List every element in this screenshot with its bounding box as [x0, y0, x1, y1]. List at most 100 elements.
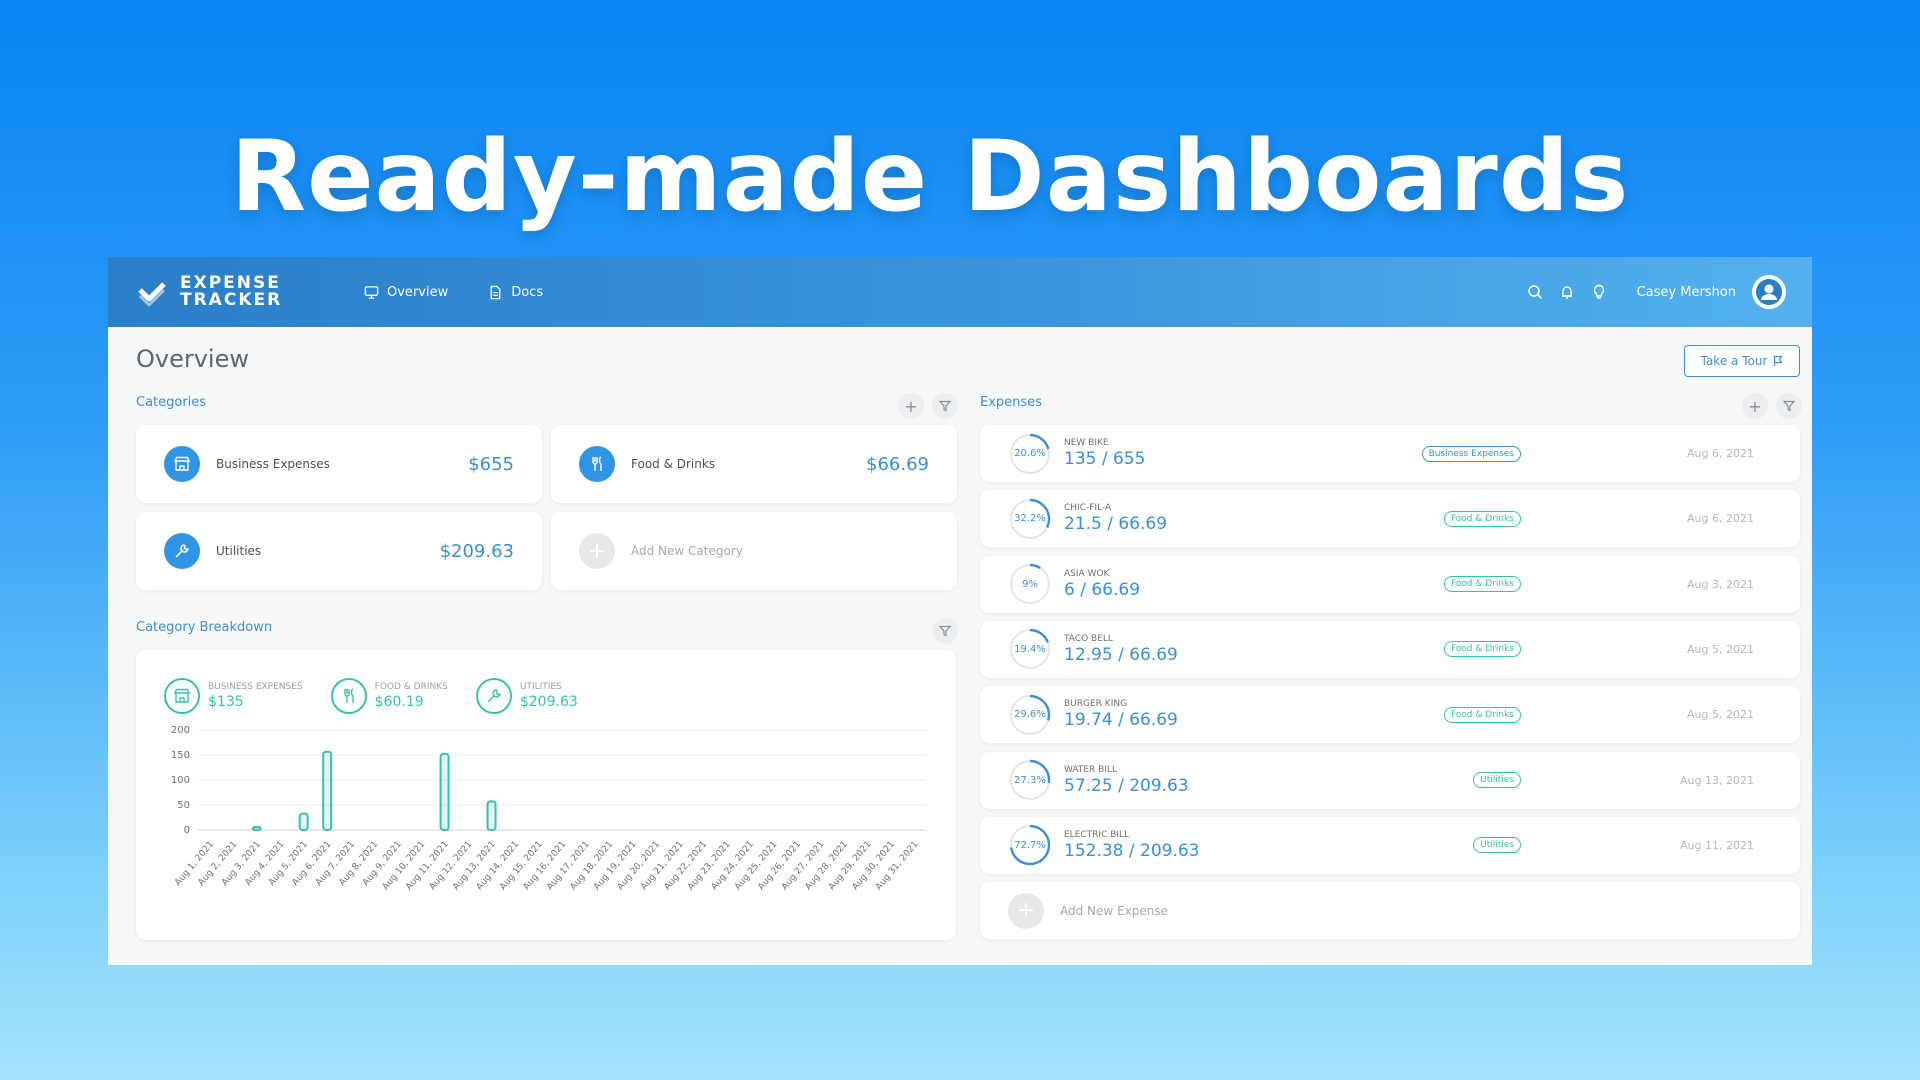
expense-row[interactable]: 32.2% CHIC-FIL-A 21.5 / 66.69 Food & Drinks… [980, 490, 1800, 548]
category-badge-wrap: Utilities [1344, 837, 1521, 854]
chart-bar[interactable] [298, 812, 309, 832]
legend-food: FOOD & DRINKS $60.19 [330, 678, 448, 714]
expense-date: Aug 5, 2021 [1687, 708, 1754, 722]
progress-ring: 9% [1008, 562, 1052, 606]
category-badge: Food & Drinks [1443, 706, 1521, 723]
filter-icon [1783, 400, 1795, 412]
category-badge-wrap: Food & Drinks [1344, 706, 1521, 723]
take-a-tour-button[interactable]: Take a Tour [1684, 345, 1800, 377]
legend-utilities: UTILITIES $209.63 [475, 678, 578, 714]
nav-overview-label: Overview [387, 284, 449, 300]
progress-percent: 72.7% [1014, 839, 1046, 851]
progress-ring: 27.3% [1008, 758, 1052, 802]
category-badge-wrap: Utilities [1344, 772, 1521, 788]
expense-row[interactable]: 27.3% WATER BILL 57.25 / 209.63 Utilities Au… [980, 751, 1800, 809]
store-icon [164, 446, 200, 482]
progress-percent: 29.6% [1014, 709, 1046, 721]
utensils-icon [579, 446, 615, 482]
page-title: Overview [136, 345, 249, 373]
filter-breakdown-button[interactable] [932, 618, 958, 644]
x-tick-label: Aug 31, 2021 [874, 840, 921, 893]
expense-name: BURGER KING [1064, 699, 1128, 710]
expense-info: ASIA WOK 6 / 66.69 [1064, 569, 1344, 600]
wrench-icon [475, 678, 512, 714]
expense-date: Aug 11, 2021 [1680, 838, 1754, 852]
legend-business: BUSINESS EXPENSES $135 [164, 678, 303, 714]
app-window: EXPENSE TRACKER Overview Docs Casey Mers… [108, 257, 1812, 965]
document-icon [490, 285, 501, 299]
bell-icon[interactable] [1559, 284, 1575, 300]
expense-row[interactable]: 19.4% TACO BELL 12.95 / 66.69 Food & Drinks… [980, 620, 1800, 678]
expense-info: TACO BELL 12.95 / 66.69 [1064, 634, 1344, 665]
progress-percent: 20.6% [1014, 448, 1046, 459]
category-amount: $655 [468, 453, 514, 475]
category-card-utilities[interactable]: Utilities $209.63 [136, 512, 542, 590]
category-amount: $209.63 [439, 540, 514, 562]
nav-docs[interactable]: Docs [488, 285, 543, 300]
legend-value: $60.19 [374, 694, 424, 710]
expense-info: ELECTRIC BILL 152.38 / 209.63 [1064, 830, 1344, 861]
nav-docs-label: Docs [511, 284, 544, 300]
take-a-tour-label: Take a Tour [1700, 354, 1768, 368]
y-tick-label: 200 [171, 725, 190, 736]
expense-date: Aug 3, 2021 [1687, 577, 1754, 591]
user-name[interactable]: Casey Mershon [1637, 285, 1736, 300]
category-name: Business Expenses [216, 457, 330, 471]
logo-mark-icon [138, 282, 166, 307]
breakdown-legend: BUSINESS EXPENSES $135 FOOD & DRINKS $60… [164, 678, 578, 714]
chart-bar[interactable] [439, 752, 450, 831]
chart-bar[interactable] [486, 800, 497, 831]
expense-amount: 12.95 / 66.69 [1064, 644, 1178, 665]
category-name: Utilities [216, 544, 262, 558]
category-badge: Utilities [1473, 837, 1521, 854]
filter-expenses-button[interactable] [1776, 393, 1802, 419]
add-category-button[interactable]: + [898, 393, 924, 419]
expense-name: ASIA WOK [1064, 568, 1110, 579]
y-tick-label: 0 [184, 825, 190, 836]
add-expense-button[interactable]: + [1742, 393, 1768, 419]
y-tick-label: 50 [177, 800, 190, 811]
legend-label: FOOD & DRINKS [374, 682, 448, 692]
categories-label: Categories [136, 395, 207, 410]
legend-value: $135 [208, 694, 244, 710]
expense-amount: 135 / 655 [1064, 449, 1146, 469]
progress-ring: 29.6% [1008, 693, 1052, 737]
progress-percent: 19.4% [1014, 643, 1046, 655]
progress-percent: 32.2% [1014, 513, 1046, 525]
filter-icon [939, 400, 951, 412]
expense-row[interactable]: 20.6% NEW BIKE 135 / 655 Business Expenses A… [980, 425, 1800, 482]
expense-amount: 19.74 / 66.69 [1064, 710, 1178, 731]
search-icon[interactable] [1527, 284, 1543, 300]
category-card-business[interactable]: Business Expenses $655 [136, 425, 542, 503]
brand-logo[interactable]: EXPENSE TRACKER [136, 275, 364, 309]
chart-bar[interactable] [251, 826, 262, 831]
expense-amount: 21.5 / 66.69 [1064, 514, 1168, 535]
progress-percent: 9% [1022, 578, 1038, 590]
category-badge: Food & Drinks [1443, 576, 1521, 593]
category-breakdown-chart: 050100150200Aug 1, 2021Aug 2, 2021Aug 3,… [171, 725, 926, 893]
y-tick-label: 150 [171, 750, 190, 761]
category-badge-wrap: Food & Drinks [1344, 641, 1521, 658]
expenses-label: Expenses [980, 395, 1042, 410]
chart-bar[interactable] [322, 750, 333, 831]
expense-row[interactable]: 72.7% ELECTRIC BILL 152.38 / 209.63 Utiliti… [980, 816, 1800, 874]
filter-categories-button[interactable] [932, 393, 958, 419]
brand-line-2: TRACKER [180, 290, 283, 310]
add-new-expense-label: Add New Expense [1060, 903, 1168, 918]
expense-amount: 152.38 / 209.63 [1064, 840, 1200, 861]
expense-name: WATER BILL [1064, 764, 1118, 775]
category-card-food[interactable]: Food & Drinks $66.69 [551, 425, 957, 503]
filter-icon [939, 625, 951, 637]
lightbulb-icon[interactable] [1591, 284, 1607, 300]
add-new-expense-card[interactable]: + Add New Expense [980, 882, 1800, 939]
add-new-category-card[interactable]: + Add New Category [551, 512, 957, 590]
expense-row[interactable]: 29.6% BURGER KING 19.74 / 66.69 Food & Drin… [980, 686, 1800, 744]
category-badge: Food & Drinks [1443, 510, 1521, 527]
expense-row[interactable]: 9% ASIA WOK 6 / 66.69 Food & Drinks Aug 3, 2… [980, 555, 1800, 613]
category-badge-wrap: Food & Drinks [1344, 576, 1521, 593]
monitor-icon [364, 285, 379, 299]
category-badge: Utilities [1473, 772, 1521, 788]
user-avatar-icon[interactable] [1752, 275, 1786, 309]
category-breakdown-label: Category Breakdown [136, 620, 273, 635]
nav-overview[interactable]: Overview [364, 285, 448, 300]
